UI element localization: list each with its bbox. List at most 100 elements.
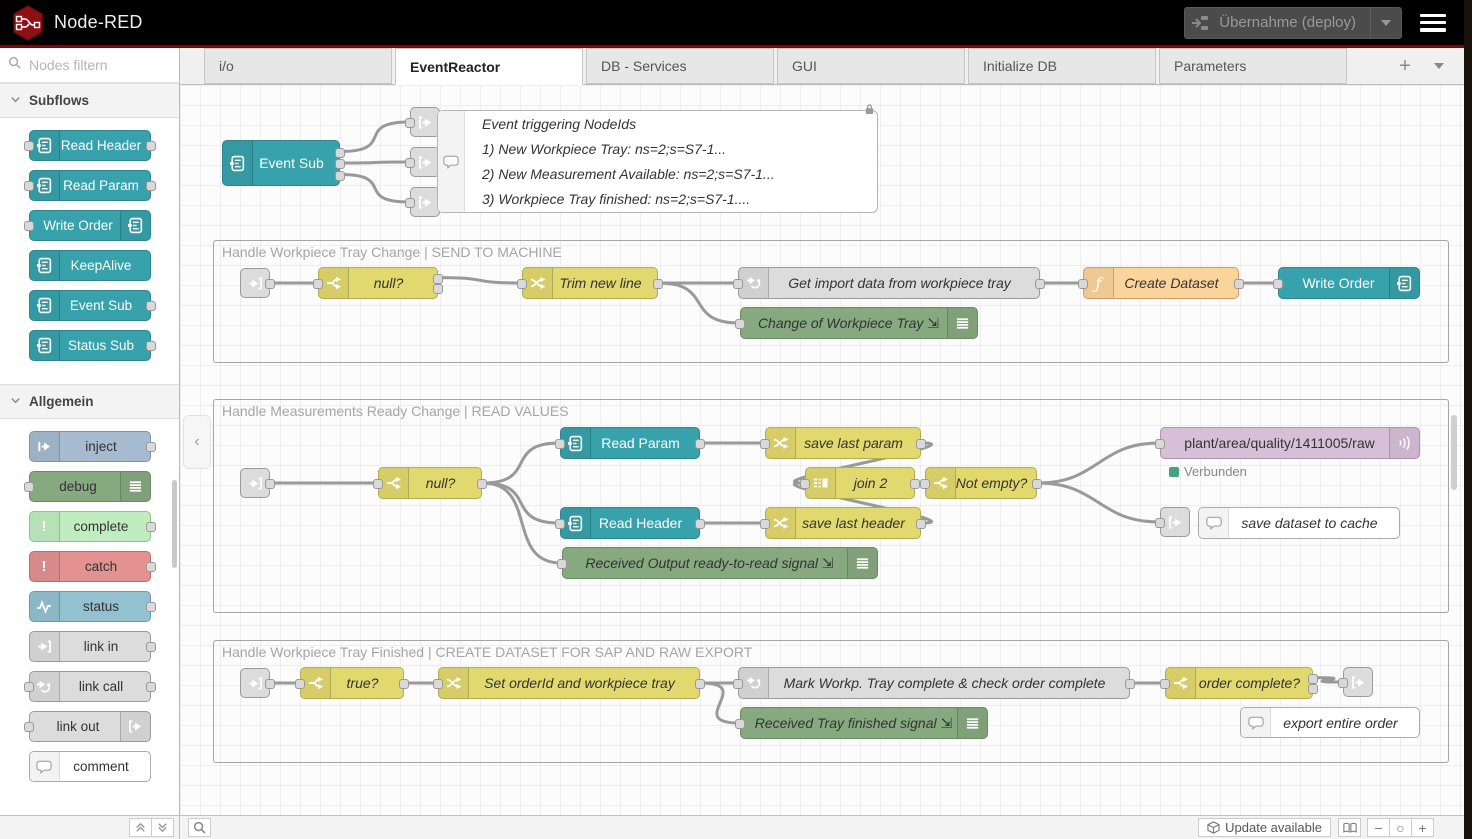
node-eventsub[interactable]: Event Sub <box>222 140 340 186</box>
zoom-in-button[interactable]: + <box>1411 818 1434 837</box>
wire[interactable] <box>341 162 409 163</box>
output-port[interactable] <box>477 479 487 489</box>
input-port[interactable] <box>555 519 565 529</box>
input-port[interactable] <box>24 722 34 732</box>
input-port[interactable] <box>735 319 745 329</box>
node-g2_saveparam[interactable]: save last param <box>765 427 921 459</box>
input-port[interactable] <box>405 158 415 168</box>
palette-node-event-sub[interactable]: Event Sub <box>29 290 151 321</box>
input-port[interactable] <box>733 679 743 689</box>
node-g1_trim[interactable]: Trim new line <box>522 267 658 299</box>
output-port[interactable] <box>433 274 443 284</box>
output-port[interactable] <box>916 439 926 449</box>
output-port[interactable] <box>695 519 705 529</box>
tab-db---services[interactable]: DB - Services <box>586 48 774 84</box>
node-g2_notempty[interactable]: Not empty? <box>925 467 1037 499</box>
output-port[interactable] <box>916 519 926 529</box>
input-port[interactable] <box>405 198 415 208</box>
output-port[interactable] <box>1308 684 1318 694</box>
palette-node-link-call[interactable]: link call <box>29 671 151 702</box>
node-g1_null[interactable]: null? <box>318 267 438 299</box>
input-port[interactable] <box>735 719 745 729</box>
node-g3_linkin[interactable] <box>240 668 270 698</box>
output-port[interactable] <box>146 181 156 191</box>
main-menu-button[interactable] <box>1420 14 1446 32</box>
output-port[interactable] <box>910 479 920 489</box>
tab-parameters[interactable]: Parameters <box>1159 48 1347 84</box>
node-g1_fn[interactable]: ƒCreate Dataset <box>1083 267 1239 299</box>
wire[interactable] <box>1038 443 1159 483</box>
output-port[interactable] <box>399 679 409 689</box>
input-port[interactable] <box>733 279 743 289</box>
input-port[interactable] <box>920 479 930 489</box>
node-g3_true[interactable]: true? <box>300 667 404 699</box>
output-port[interactable] <box>1308 674 1318 684</box>
palette-node-catch[interactable]: !catch <box>29 551 151 582</box>
input-port[interactable] <box>800 479 810 489</box>
node-g1_wo[interactable]: Write Order <box>1278 267 1420 299</box>
node-g2_linkout[interactable] <box>1160 507 1190 537</box>
canvas-scrollbar[interactable] <box>1451 415 1457 490</box>
palette-node-complete[interactable]: !complete <box>29 511 151 542</box>
output-port[interactable] <box>265 479 275 489</box>
input-port[interactable] <box>373 479 383 489</box>
output-port[interactable] <box>433 284 443 294</box>
input-port[interactable] <box>517 279 527 289</box>
input-port[interactable] <box>557 559 567 569</box>
palette-node-keepalive[interactable]: KeepAlive <box>29 250 151 281</box>
input-port[interactable] <box>24 482 34 492</box>
node-g2_readparam[interactable]: Read Param <box>560 427 700 459</box>
input-port[interactable] <box>24 221 34 231</box>
output-port[interactable] <box>695 439 705 449</box>
node-g2_comment[interactable]: save dataset to cache <box>1198 507 1400 539</box>
tab-eventreactor[interactable]: EventReactor <box>395 48 583 85</box>
node-lo_a[interactable] <box>410 107 440 137</box>
node-g2_dbg[interactable]: Received Output ready-to-read signal ⇲ <box>562 547 878 579</box>
palette-node-comment[interactable]: comment <box>29 751 151 782</box>
palette-scrollbar[interactable] <box>172 480 177 568</box>
input-port[interactable] <box>405 118 415 128</box>
palette-category-allgemein[interactable]: Allgemein <box>0 384 179 419</box>
output-port[interactable] <box>146 442 156 452</box>
node-g2_null[interactable]: null? <box>378 467 482 499</box>
tab-gui[interactable]: GUI <box>777 48 965 84</box>
input-port[interactable] <box>313 279 323 289</box>
palette-node-inject[interactable]: inject <box>29 431 151 462</box>
wire[interactable] <box>341 175 409 203</box>
expand-categories-button[interactable] <box>151 818 174 837</box>
flow-list-button[interactable] <box>1424 52 1454 80</box>
node-g3_mark[interactable]: Mark Workp. Tray complete & check order … <box>738 667 1130 699</box>
input-port[interactable] <box>1155 518 1165 528</box>
flow-canvas[interactable]: ‹ Handle Workpiece Tray Change | SEND TO… <box>180 85 1464 815</box>
tab-initialize-db[interactable]: Initialize DB <box>968 48 1156 84</box>
output-port[interactable] <box>335 148 345 158</box>
input-port[interactable] <box>1155 439 1165 449</box>
add-flow-button[interactable]: + <box>1390 52 1420 80</box>
deploy-options-button[interactable] <box>1371 20 1401 26</box>
output-port[interactable] <box>146 602 156 612</box>
palette-node-status[interactable]: status <box>29 591 151 622</box>
palette-node-write-order[interactable]: Write Order <box>29 210 151 241</box>
wire[interactable] <box>341 122 409 152</box>
input-port[interactable] <box>24 682 34 692</box>
output-port[interactable] <box>146 301 156 311</box>
node-g2_mqtt[interactable]: plant/area/quality/1411005/rawVerbunden <box>1160 427 1420 459</box>
input-port[interactable] <box>760 439 770 449</box>
palette-node-read-header[interactable]: Read Header <box>29 130 151 161</box>
wire[interactable] <box>1038 483 1159 522</box>
input-port[interactable] <box>1160 679 1170 689</box>
output-port[interactable] <box>1125 679 1135 689</box>
output-port[interactable] <box>146 341 156 351</box>
palette-search[interactable] <box>0 48 179 83</box>
node-g3_linkout[interactable] <box>1343 667 1373 697</box>
node-g1_linkin[interactable] <box>240 268 270 298</box>
output-port[interactable] <box>265 279 275 289</box>
zoom-out-button[interactable]: − <box>1367 818 1390 837</box>
tab-i/o[interactable]: i/o <box>204 48 392 84</box>
input-port[interactable] <box>1273 279 1283 289</box>
comment-box[interactable]: Event triggering NodeIds1) New Workpiece… <box>437 110 878 213</box>
palette-node-status-sub[interactable]: Status Sub <box>29 330 151 361</box>
output-port[interactable] <box>146 562 156 572</box>
output-port[interactable] <box>335 159 345 169</box>
node-g1_get[interactable]: Get import data from workpiece tray <box>738 267 1040 299</box>
